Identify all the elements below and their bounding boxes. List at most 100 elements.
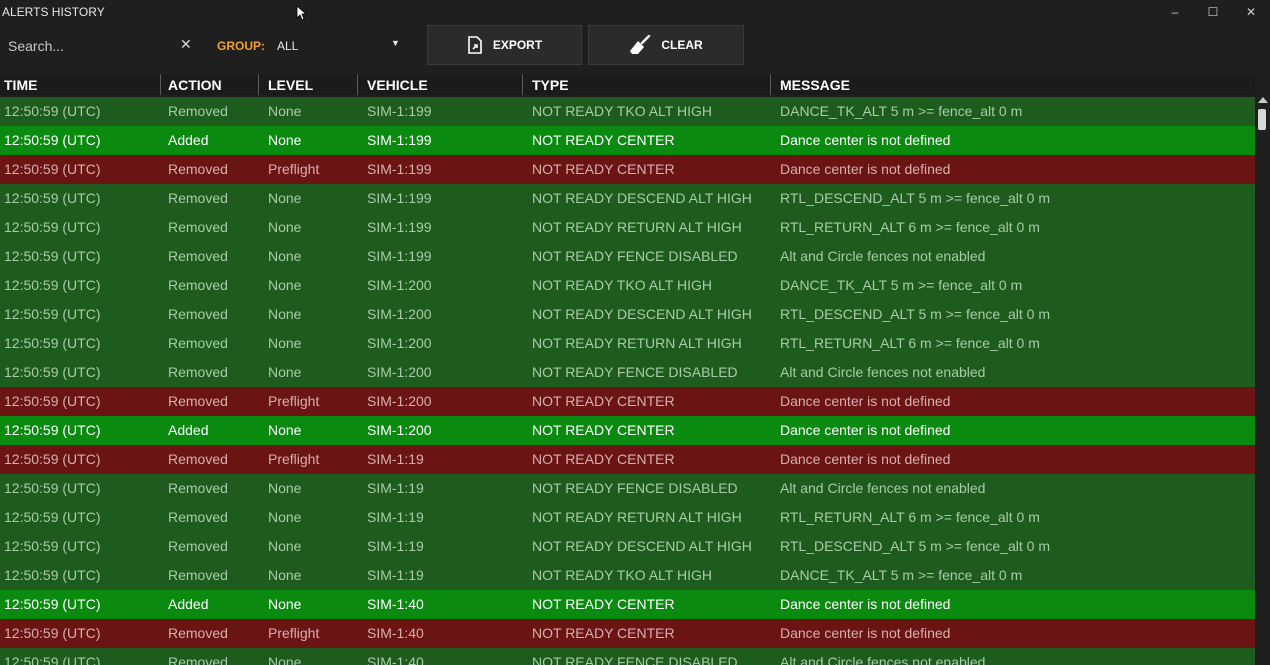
column-divider[interactable]	[770, 74, 771, 95]
table-row[interactable]: 12:50:59 (UTC) Removed None SIM-1:200 NOT RE…	[0, 329, 1255, 358]
cell-time: 12:50:59 (UTC)	[4, 422, 101, 438]
chevron-down-icon[interactable]: ▼	[391, 38, 400, 48]
table-row[interactable]: 12:50:59 (UTC) Removed None SIM-1:199 NOT RE…	[0, 97, 1255, 126]
table-row[interactable]: 12:50:59 (UTC) Added None SIM-1:200 NOT READ…	[0, 416, 1255, 445]
table-row[interactable]: 12:50:59 (UTC) Added None SIM-1:40 NOT READY…	[0, 590, 1255, 619]
table-row[interactable]: 12:50:59 (UTC) Removed None SIM-1:200 NOT RE…	[0, 271, 1255, 300]
cell-type: NOT READY CENTER	[532, 625, 675, 641]
cell-action: Removed	[168, 190, 228, 206]
cell-vehicle: SIM-1:19	[367, 451, 424, 467]
table-row[interactable]: 12:50:59 (UTC) Removed None SIM-1:19 NOT REA…	[0, 561, 1255, 590]
table-row[interactable]: 12:50:59 (UTC) Removed Preflight SIM-1:40 NO…	[0, 619, 1255, 648]
table-row[interactable]: 12:50:59 (UTC) Removed None SIM-1:200 NOT RE…	[0, 300, 1255, 329]
cell-type: NOT READY CENTER	[532, 161, 675, 177]
cell-message: Dance center is not defined	[780, 161, 951, 177]
clear-search-icon[interactable]: ✕	[180, 36, 192, 53]
table-row[interactable]: 12:50:59 (UTC) Removed None SIM-1:19 NOT REA…	[0, 474, 1255, 503]
cell-message: RTL_RETURN_ALT 6 m >= fence_alt 0 m	[780, 335, 1040, 351]
cell-action: Added	[168, 422, 209, 438]
clear-button[interactable]: CLEAR	[588, 25, 744, 65]
column-header-time[interactable]: TIME	[4, 76, 37, 95]
window-controls: – ☐ ✕	[1156, 0, 1270, 24]
cell-type: NOT READY TKO ALT HIGH	[532, 277, 712, 293]
cell-action: Removed	[168, 219, 228, 235]
cell-vehicle: SIM-1:199	[367, 248, 432, 264]
cell-action: Removed	[168, 451, 228, 467]
cell-time: 12:50:59 (UTC)	[4, 625, 101, 641]
cell-level: None	[268, 248, 302, 264]
cell-level: None	[268, 654, 302, 665]
clear-label: CLEAR	[661, 38, 703, 52]
cell-vehicle: SIM-1:19	[367, 509, 424, 525]
cell-type: NOT READY TKO ALT HIGH	[532, 567, 712, 583]
cell-level: None	[268, 422, 302, 438]
cell-type: NOT READY TKO ALT HIGH	[532, 103, 712, 119]
cell-level: None	[268, 567, 302, 583]
cell-action: Added	[168, 596, 209, 612]
column-header-vehicle[interactable]: VEHICLE	[367, 76, 428, 95]
cell-level: None	[268, 219, 302, 235]
cell-type: NOT READY FENCE DISABLED	[532, 248, 738, 264]
cell-message: Dance center is not defined	[780, 132, 951, 148]
cell-message: Alt and Circle fences not enabled	[780, 654, 986, 665]
cell-message: DANCE_TK_ALT 5 m >= fence_alt 0 m	[780, 103, 1023, 119]
cell-type: NOT READY CENTER	[532, 393, 675, 409]
cell-type: NOT READY RETURN ALT HIGH	[532, 509, 742, 525]
table-row[interactable]: 12:50:59 (UTC) Removed None SIM-1:40 NOT REA…	[0, 648, 1255, 665]
minimize-button[interactable]: –	[1156, 0, 1194, 24]
cell-action: Removed	[168, 103, 228, 119]
group-select[interactable]: ALL	[277, 39, 298, 53]
vertical-scrollbar[interactable]	[1255, 95, 1270, 665]
table-row[interactable]: 12:50:59 (UTC) Removed Preflight SIM-1:200 N…	[0, 387, 1255, 416]
cell-message: DANCE_TK_ALT 5 m >= fence_alt 0 m	[780, 277, 1023, 293]
table-row[interactable]: 12:50:59 (UTC) Removed None SIM-1:199 NOT RE…	[0, 213, 1255, 242]
cell-message: Alt and Circle fences not enabled	[780, 248, 986, 264]
cell-time: 12:50:59 (UTC)	[4, 306, 101, 322]
column-divider[interactable]	[357, 74, 358, 95]
cell-time: 12:50:59 (UTC)	[4, 596, 101, 612]
broom-icon	[630, 35, 651, 54]
table-row[interactable]: 12:50:59 (UTC) Removed None SIM-1:199 NOT RE…	[0, 242, 1255, 271]
scroll-up-icon[interactable]	[1258, 97, 1268, 103]
cell-type: NOT READY CENTER	[532, 451, 675, 467]
cell-time: 12:50:59 (UTC)	[4, 161, 101, 177]
cell-vehicle: SIM-1:199	[367, 190, 432, 206]
table-row[interactable]: 12:50:59 (UTC) Removed None SIM-1:200 NOT RE…	[0, 358, 1255, 387]
column-divider[interactable]	[160, 74, 161, 95]
close-button[interactable]: ✕	[1232, 0, 1270, 24]
export-file-icon	[468, 36, 482, 54]
mouse-cursor-icon	[296, 5, 308, 21]
table-row[interactable]: 12:50:59 (UTC) Removed None SIM-1:199 NOT RE…	[0, 184, 1255, 213]
cell-time: 12:50:59 (UTC)	[4, 132, 101, 148]
cell-vehicle: SIM-1:40	[367, 654, 424, 665]
scrollbar-thumb[interactable]	[1258, 109, 1266, 130]
cell-type: NOT READY RETURN ALT HIGH	[532, 335, 742, 351]
cell-type: NOT READY FENCE DISABLED	[532, 480, 738, 496]
column-divider[interactable]	[522, 74, 523, 95]
cell-type: NOT READY CENTER	[532, 132, 675, 148]
cell-time: 12:50:59 (UTC)	[4, 567, 101, 583]
cell-time: 12:50:59 (UTC)	[4, 451, 101, 467]
cell-level: None	[268, 509, 302, 525]
search-input[interactable]	[8, 37, 173, 55]
cell-time: 12:50:59 (UTC)	[4, 248, 101, 264]
cell-vehicle: SIM-1:200	[367, 306, 432, 322]
table-row[interactable]: 12:50:59 (UTC) Removed Preflight SIM-1:19 NO…	[0, 445, 1255, 474]
table-row[interactable]: 12:50:59 (UTC) Removed None SIM-1:19 NOT REA…	[0, 532, 1255, 561]
table-row[interactable]: 12:50:59 (UTC) Removed Preflight SIM-1:199 N…	[0, 155, 1255, 184]
column-divider[interactable]	[258, 74, 259, 95]
table-row[interactable]: 12:50:59 (UTC) Added None SIM-1:199 NOT READ…	[0, 126, 1255, 155]
cell-level: Preflight	[268, 161, 320, 177]
cell-message: Dance center is not defined	[780, 596, 951, 612]
cell-time: 12:50:59 (UTC)	[4, 335, 101, 351]
column-header-action[interactable]: ACTION	[168, 76, 222, 95]
cell-message: DANCE_TK_ALT 5 m >= fence_alt 0 m	[780, 567, 1023, 583]
column-header-type[interactable]: TYPE	[532, 76, 569, 95]
cell-type: NOT READY RETURN ALT HIGH	[532, 219, 742, 235]
cell-action: Removed	[168, 161, 228, 177]
column-header-message[interactable]: MESSAGE	[780, 76, 850, 95]
export-button[interactable]: EXPORT	[427, 25, 582, 65]
maximize-button[interactable]: ☐	[1194, 0, 1232, 24]
table-row[interactable]: 12:50:59 (UTC) Removed None SIM-1:19 NOT REA…	[0, 503, 1255, 532]
column-header-level[interactable]: LEVEL	[268, 76, 313, 95]
